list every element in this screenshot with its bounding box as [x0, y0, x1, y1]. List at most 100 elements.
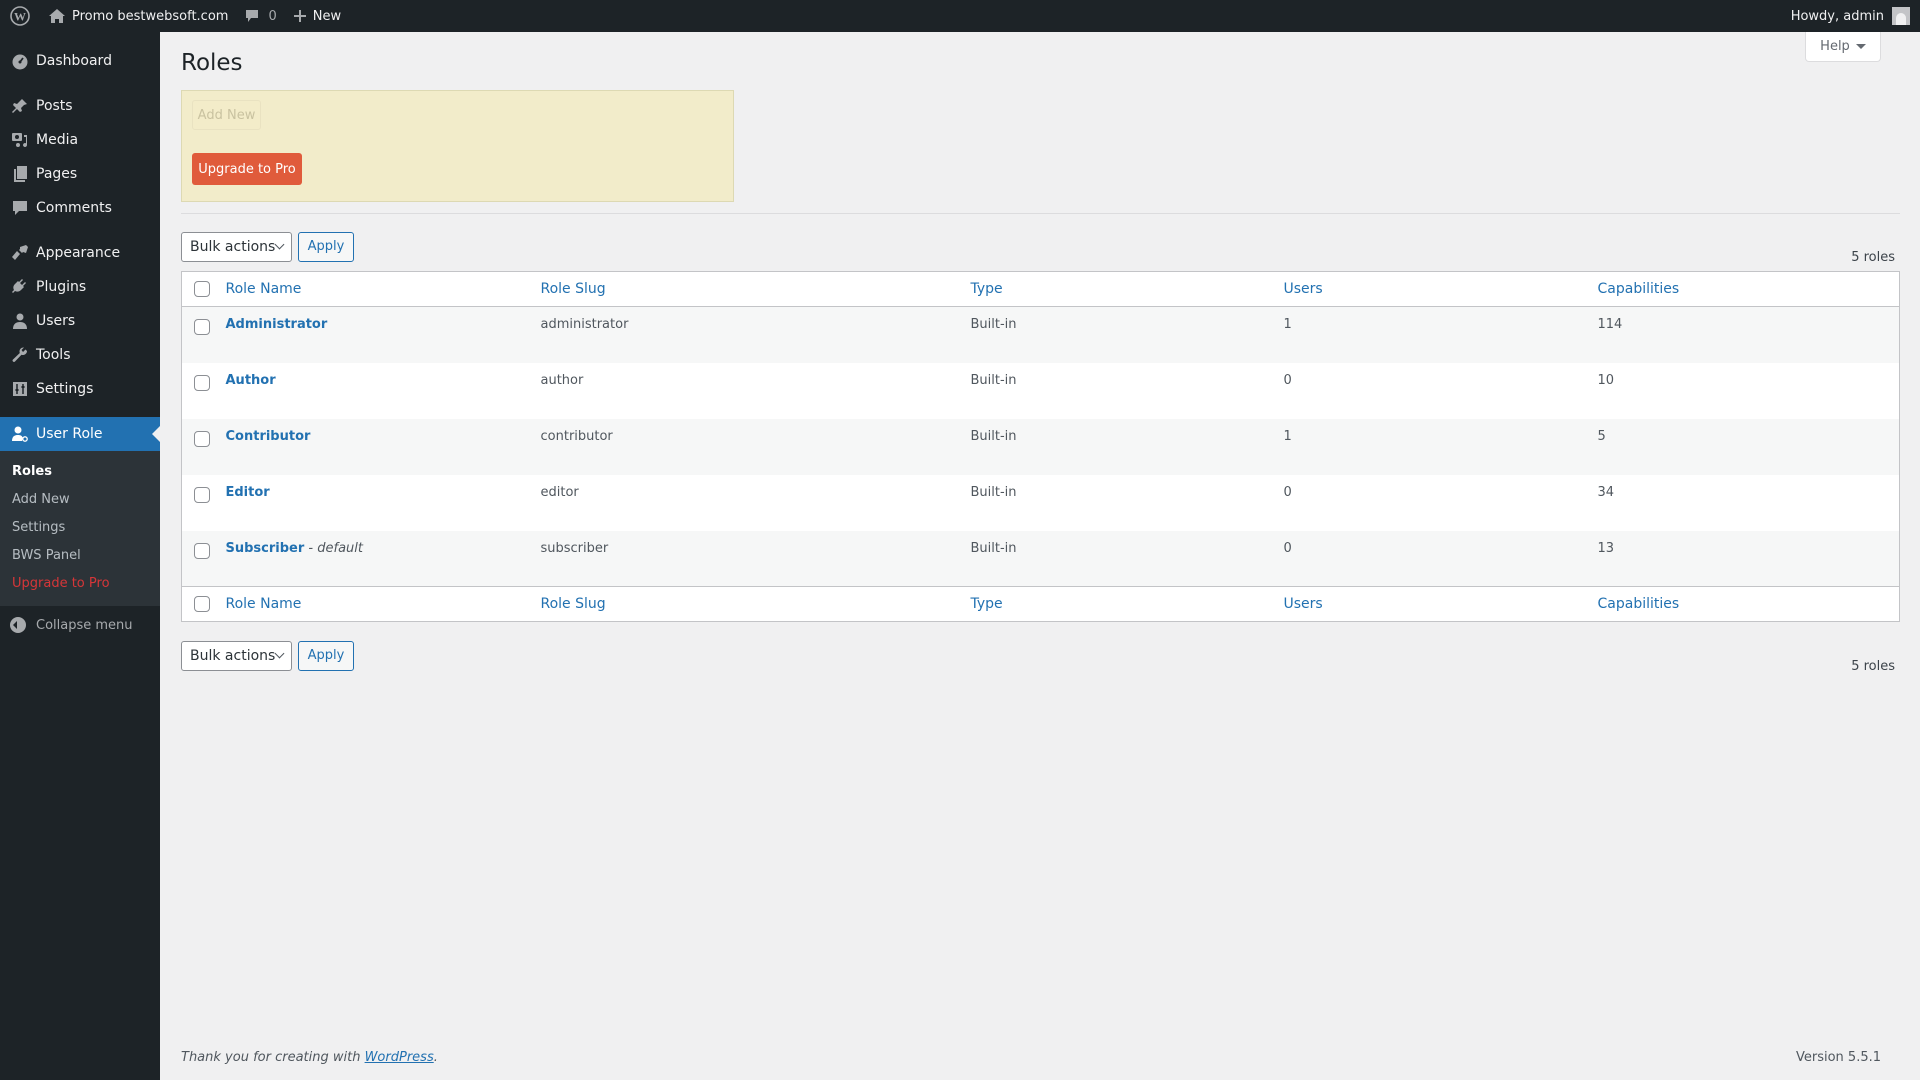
role-name-link[interactable]: Author: [226, 373, 276, 388]
caret-down-icon: [1855, 44, 1866, 49]
bulk-actions-select[interactable]: Bulk actions: [181, 231, 292, 262]
sidebar-item-pages[interactable]: Pages: [0, 157, 160, 191]
tablenav-bottom: Bulk actions Apply 5 roles: [181, 637, 1900, 674]
column-role-name-footer[interactable]: Role Name: [226, 596, 302, 612]
wordpress-logo-icon: W: [10, 6, 30, 26]
row-checkbox[interactable]: [194, 374, 210, 391]
role-users: 1: [1283, 428, 1292, 444]
role-capabilities: 34: [1597, 484, 1615, 500]
user-role-icon: [10, 424, 30, 444]
bulk-actions-label: Bulk actions: [190, 238, 276, 255]
pages-icon: [10, 164, 30, 184]
table-footer-row: Role Name Role Slug Type Users Capabilit…: [181, 586, 1900, 622]
apply-button-bottom[interactable]: Apply: [298, 640, 354, 671]
column-role-name[interactable]: Role Name: [226, 281, 302, 297]
new-content-link[interactable]: New: [285, 0, 349, 32]
role-name-link[interactable]: Editor: [226, 485, 270, 500]
column-type[interactable]: Type: [971, 281, 1003, 297]
footer: Thank you for creating with WordPress. V…: [181, 1050, 1900, 1065]
sidebar-item-tools[interactable]: Tools: [0, 338, 160, 372]
role-type: Built-in: [970, 317, 1017, 332]
sidebar-item-users[interactable]: Users: [0, 304, 160, 338]
admin-sidebar: Dashboard Posts Media Pages Comments App…: [0, 32, 160, 1080]
role-type: Built-in: [970, 540, 1017, 556]
version-text: Version 5.5.1: [1795, 1050, 1881, 1065]
sliders-icon: [10, 379, 30, 399]
role-capabilities: 114: [1597, 317, 1623, 332]
sidebar-item-comments[interactable]: Comments: [0, 191, 160, 225]
collapse-menu-label: Collapse menu: [36, 617, 133, 633]
role-name-link[interactable]: Subscriber: [226, 541, 305, 556]
role-slug: author: [540, 372, 584, 388]
column-type-footer[interactable]: Type: [971, 596, 1003, 612]
submenu-bws-panel[interactable]: BWS Panel: [0, 542, 160, 570]
wordpress-link[interactable]: WordPress: [365, 1050, 434, 1065]
column-users-footer[interactable]: Users: [1284, 596, 1323, 612]
items-count-bottom: 5 roles: [1851, 659, 1895, 674]
role-users: 0: [1283, 484, 1292, 500]
help-tab-button[interactable]: Help: [1805, 32, 1881, 62]
sidebar-item-label: Dashboard: [36, 53, 112, 69]
dashboard-icon: [10, 51, 30, 71]
comments-link[interactable]: 0: [236, 0, 284, 32]
role-users: 0: [1283, 540, 1292, 556]
table-row: Contributor contributor Built-in 1 5: [181, 418, 1900, 475]
submenu-settings[interactable]: Settings: [0, 514, 160, 542]
role-capabilities: 5: [1597, 428, 1606, 444]
sidebar-item-settings[interactable]: Settings: [0, 372, 160, 406]
add-new-button: Add New: [192, 100, 261, 130]
wrench-icon: [10, 345, 30, 365]
column-role-slug[interactable]: Role Slug: [541, 281, 606, 297]
media-icon: [10, 130, 30, 150]
role-users: 1: [1283, 317, 1292, 332]
site-name-link[interactable]: Promo bestwebsoft.com: [40, 0, 236, 32]
column-role-slug-footer[interactable]: Role Slug: [541, 596, 606, 612]
pin-icon: [10, 96, 30, 116]
thanks-suffix: .: [433, 1050, 438, 1065]
column-capabilities-footer[interactable]: Capabilities: [1598, 596, 1680, 612]
bulk-actions-select-bottom[interactable]: Bulk actions: [181, 640, 292, 671]
upgrade-to-pro-button[interactable]: Upgrade to Pro: [192, 153, 302, 185]
sidebar-item-media[interactable]: Media: [0, 123, 160, 157]
row-checkbox[interactable]: [194, 542, 210, 559]
submenu-upgrade-to-pro[interactable]: Upgrade to Pro: [0, 570, 160, 598]
sidebar-item-posts[interactable]: Posts: [0, 89, 160, 123]
select-all-checkbox-footer[interactable]: [194, 596, 210, 612]
row-checkbox[interactable]: [194, 486, 210, 503]
row-checkbox[interactable]: [194, 430, 210, 447]
sidebar-item-appearance[interactable]: Appearance: [0, 236, 160, 270]
svg-text:W: W: [14, 10, 26, 24]
role-users: 0: [1283, 372, 1292, 388]
comment-icon: [244, 8, 260, 24]
chevron-down-icon: [274, 648, 285, 659]
role-name-link[interactable]: Contributor: [226, 429, 311, 444]
table-header-row: Role Name Role Slug Type Users Capabilit…: [181, 271, 1900, 307]
collapse-arrow-icon: [10, 617, 26, 633]
role-slug: subscriber: [540, 540, 609, 556]
divider: [181, 213, 1900, 214]
collapse-menu-button[interactable]: Collapse menu: [0, 608, 160, 642]
role-capabilities: 10: [1597, 372, 1615, 388]
howdy-text: Howdy, admin: [1790, 8, 1884, 24]
sidebar-item-user-role[interactable]: User Role: [0, 417, 160, 451]
sidebar-item-dashboard[interactable]: Dashboard: [0, 44, 160, 78]
tablenav-top: Bulk actions Apply 5 roles: [181, 228, 1900, 265]
roles-table: Role Name Role Slug Type Users Capabilit…: [181, 271, 1900, 622]
role-type: Built-in: [970, 428, 1017, 444]
apply-button[interactable]: Apply: [298, 231, 354, 262]
my-account-link[interactable]: Howdy, admin: [1791, 0, 1910, 32]
select-all-checkbox[interactable]: [194, 281, 210, 297]
column-users[interactable]: Users: [1284, 281, 1323, 297]
wordpress-logo-button[interactable]: W: [0, 0, 40, 32]
default-note: default: [317, 540, 363, 556]
submenu-add-new[interactable]: Add New: [0, 486, 160, 514]
role-slug: editor: [540, 484, 579, 500]
thanks-text: Thank you for creating with: [181, 1050, 365, 1065]
row-checkbox[interactable]: [194, 319, 210, 335]
role-slug: administrator: [540, 317, 629, 332]
sidebar-item-label: Comments: [36, 200, 112, 216]
submenu-roles[interactable]: Roles: [0, 458, 160, 486]
role-name-link[interactable]: Administrator: [226, 317, 328, 332]
sidebar-item-plugins[interactable]: Plugins: [0, 270, 160, 304]
column-capabilities[interactable]: Capabilities: [1598, 281, 1680, 297]
